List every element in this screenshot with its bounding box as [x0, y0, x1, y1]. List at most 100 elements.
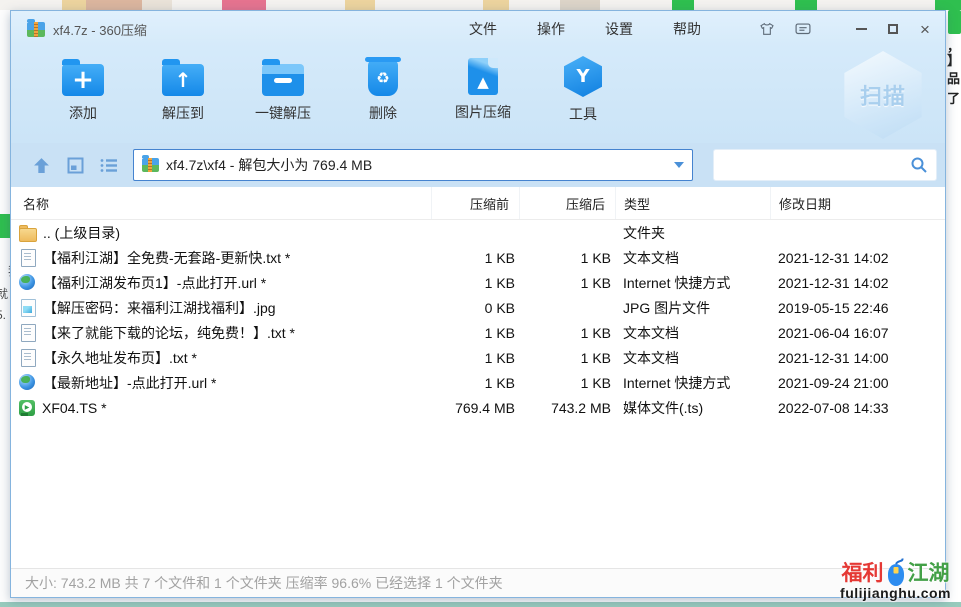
scan-badge[interactable]: 扫描 [841, 51, 925, 139]
column-header-type[interactable]: 类型 [615, 187, 770, 219]
column-header-name[interactable]: 名称 [15, 187, 431, 219]
url-file-icon [19, 274, 36, 291]
background-green-icon [948, 10, 961, 34]
toolbar-buttons: + 添加 ↑ 解压到 一键解压 ♻ 删除 [45, 55, 621, 124]
address-dropdown-icon[interactable] [674, 162, 684, 168]
background-right-strip: ，】品了 [946, 10, 961, 602]
file-row[interactable]: 【福利江湖】全免费-无套路-更新快.txt * 1 KB 1 KB 文本文档 2… [11, 245, 945, 270]
file-type: 文本文档 [615, 348, 770, 368]
toolbar-button-label: 一键解压 [245, 103, 321, 123]
search-box[interactable] [713, 149, 937, 181]
file-date: 2021-12-31 14:02 [770, 275, 935, 291]
text-file-icon [19, 324, 36, 341]
app-window: xf4.7z - 360压缩 文件 操作 设置 帮助 × [10, 10, 946, 598]
image-compress-icon: ▲ [468, 58, 498, 95]
file-size-before: 1 KB [431, 250, 519, 266]
media-file-icon [19, 400, 35, 416]
toolbar-button[interactable]: ▲ 图片压缩 [445, 55, 521, 124]
feedback-icon[interactable] [795, 21, 811, 37]
file-size-before: 1 KB [431, 275, 519, 291]
file-date: 2021-06-04 16:07 [770, 325, 935, 341]
file-name: 【解压密码：来福利江湖找福利】.jpg [43, 298, 276, 318]
app-archive-icon [27, 22, 45, 37]
file-type: Internet 快捷方式 [615, 373, 770, 393]
file-name: 【福利江湖】全免费-无套路-更新快.txt * [43, 248, 290, 268]
column-header-size-after[interactable]: 压缩后 [519, 187, 615, 219]
background-left-strip: ，我就 5. [0, 10, 10, 602]
address-bar[interactable]: xf4.7z\xf4 - 解包大小为 769.4 MB [133, 149, 693, 181]
file-size-after: 1 KB [519, 375, 615, 391]
column-header-date[interactable]: 修改日期 [770, 187, 935, 219]
file-row[interactable]: 【来了就能下载的论坛，纯免费！】.txt * 1 KB 1 KB 文本文档 20… [11, 320, 945, 345]
add-folder-icon: + [62, 64, 104, 96]
background-green-block [0, 214, 10, 238]
window-title: xf4.7z - 360压缩 [53, 20, 147, 39]
background-fragment-text: 品 [947, 68, 960, 87]
address-path: xf4.7z\xf4 - 解包大小为 769.4 MB [166, 155, 668, 175]
oneclick-extract-icon [262, 64, 304, 96]
toolbar-button-label: 删除 [345, 103, 421, 123]
file-name: 【福利江湖发布页1】-点此打开.url * [43, 273, 266, 293]
extract-folder-icon: ↑ [162, 64, 204, 96]
file-date: 2021-12-31 14:02 [770, 250, 935, 266]
status-text: 大小: 743.2 MB 共 7 个文件和 1 个文件夹 压缩率 96.6% 已… [25, 573, 503, 593]
toolbar-button[interactable]: 一键解压 [245, 55, 321, 124]
file-size-before: 0 KB [431, 300, 519, 316]
file-type: JPG 图片文件 [615, 298, 770, 318]
toolbar-button-label: 添加 [45, 103, 121, 123]
maximize-icon[interactable] [885, 21, 901, 37]
file-list: 名称 压缩前 压缩后 类型 修改日期 .. (上级目录) 文件夹 [11, 187, 945, 568]
toolbar: + 添加 ↑ 解压到 一键解压 ♻ 删除 [11, 47, 945, 143]
toolbar-button[interactable]: ♻ 删除 [345, 55, 421, 124]
skin-theme-icon[interactable] [759, 21, 775, 37]
column-header-size-before[interactable]: 压缩前 [431, 187, 519, 219]
background-fragment-text: 5. [0, 308, 6, 322]
url-file-icon [19, 374, 36, 391]
file-date: 2019-05-15 22:46 [770, 300, 935, 316]
search-input[interactable] [722, 150, 910, 180]
file-name: 【来了就能下载的论坛，纯免费！】.txt * [43, 323, 295, 343]
scan-badge-label: 扫描 [860, 79, 906, 111]
up-directory-icon[interactable] [31, 156, 51, 174]
file-row[interactable]: 【永久地址发布页】.txt * 1 KB 1 KB 文本文档 2021-12-3… [11, 345, 945, 370]
file-name: .. (上级目录) [43, 223, 120, 243]
toolbar-button-label: 解压到 [145, 103, 221, 123]
close-icon[interactable]: × [917, 21, 933, 37]
menu-item[interactable]: 帮助 [673, 19, 701, 39]
file-size-after: 1 KB [519, 350, 615, 366]
archive-file-icon [142, 158, 159, 172]
background-fragment-text: 就 [0, 285, 8, 302]
toolbar-button[interactable]: Y 工具 [545, 55, 621, 124]
file-row[interactable]: XF04.TS * 769.4 MB 743.2 MB 媒体文件(.ts) 20… [11, 395, 945, 420]
image-file-icon [19, 299, 36, 316]
menu-bar: 文件 操作 设置 帮助 [469, 19, 701, 39]
file-row[interactable]: 【最新地址】-点此打开.url * 1 KB 1 KB Internet 快捷方… [11, 370, 945, 395]
folder-icon [19, 224, 36, 241]
list-view-icon[interactable] [99, 156, 119, 174]
file-size-after: 1 KB [519, 325, 615, 341]
background-fragment-text: 了 [947, 88, 960, 107]
preview-pane-icon[interactable] [65, 156, 85, 174]
search-icon[interactable] [910, 156, 928, 174]
menu-item[interactable]: 设置 [605, 19, 633, 39]
file-date: 2021-09-24 21:00 [770, 375, 935, 391]
background-bottom-strip [0, 602, 961, 607]
file-size-before: 1 KB [431, 375, 519, 391]
file-name: 【最新地址】-点此打开.url * [43, 373, 216, 393]
file-row[interactable]: .. (上级目录) 文件夹 [11, 220, 945, 245]
menu-item[interactable]: 文件 [469, 19, 497, 39]
text-file-icon [19, 249, 36, 266]
file-size-before: 1 KB [431, 325, 519, 341]
file-size-before: 1 KB [431, 350, 519, 366]
toolbar-button[interactable]: ↑ 解压到 [145, 55, 221, 124]
toolbar-button-label: 工具 [545, 104, 621, 124]
title-bar[interactable]: xf4.7z - 360压缩 文件 操作 设置 帮助 × [11, 11, 945, 47]
file-row[interactable]: 【福利江湖发布页1】-点此打开.url * 1 KB 1 KB Internet… [11, 270, 945, 295]
background-fragment-text: ，我 [0, 262, 10, 279]
tools-icon: Y [564, 56, 602, 97]
minimize-icon[interactable] [853, 21, 869, 37]
file-row[interactable]: 【解压密码：来福利江湖找福利】.jpg 0 KB JPG 图片文件 2019-0… [11, 295, 945, 320]
toolbar-button[interactable]: + 添加 [45, 55, 121, 124]
file-date: 2022-07-08 14:33 [770, 400, 935, 416]
menu-item[interactable]: 操作 [537, 19, 565, 39]
